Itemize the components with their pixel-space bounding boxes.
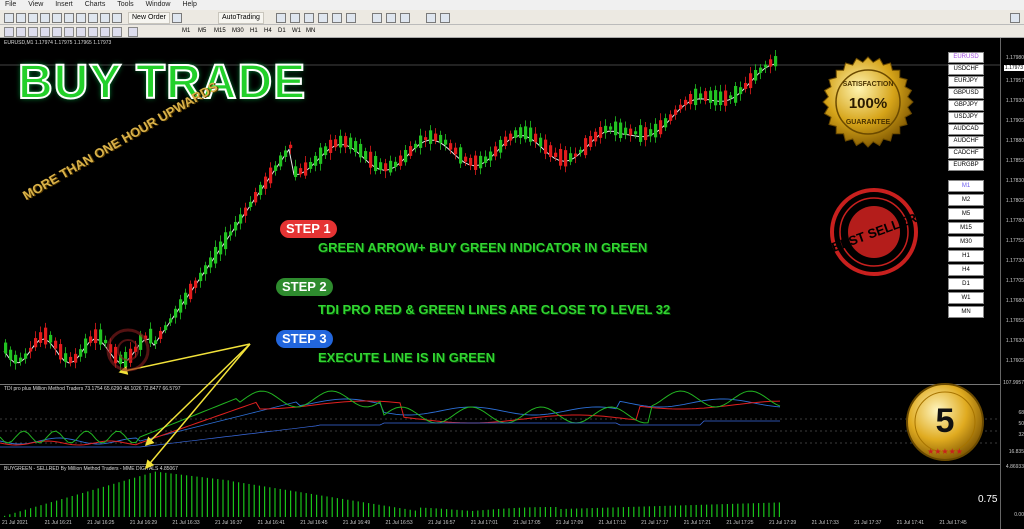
- price-scale[interactable]: 1.17980 1.17973 1.17957 1.17930 1.17905 …: [1000, 38, 1024, 529]
- tdi-level-label: 107.9957: [1003, 380, 1024, 386]
- price-label: 1.17705: [1005, 278, 1024, 284]
- price-label: 1.17880: [1005, 138, 1024, 144]
- current-price-label: 1.17973: [1003, 65, 1024, 71]
- price-label: 1.17780: [1005, 218, 1024, 224]
- price-label: 1.17680: [1005, 298, 1024, 304]
- tdi-level-label: 68: [1018, 410, 1024, 416]
- seal-bottom-text: GUARANTEE: [846, 119, 891, 126]
- price-label: 1.17980: [1005, 55, 1024, 61]
- tdi-level-label: 16.835: [1008, 449, 1024, 455]
- medal-stars-icon: ★★★★★: [927, 447, 963, 456]
- price-label: 1.17755: [1005, 238, 1024, 244]
- target-icon: [106, 328, 150, 372]
- seal-mid-text: 100%: [849, 95, 887, 112]
- price-label: 1.17605: [1005, 358, 1024, 364]
- price-label: 1.17805: [1005, 198, 1024, 204]
- price-label: 1.17730: [1005, 258, 1024, 264]
- satisfaction-seal-icon: SATISFACTION 100% GUARANTEE: [822, 56, 914, 148]
- buy-level-label: 4.86933: [1005, 464, 1024, 470]
- price-label: 1.17630: [1005, 338, 1024, 344]
- arrow-to-tdi: [144, 343, 251, 447]
- histogram-value: 0.75: [978, 494, 998, 505]
- medal-number: 5: [936, 402, 955, 440]
- price-label: 1.17830: [1005, 178, 1024, 184]
- price-label: 1.17855: [1005, 158, 1024, 164]
- seal-top-text: SATISFACTION: [843, 81, 894, 88]
- target-inner-icon: [117, 339, 139, 361]
- price-label: 1.17655: [1005, 318, 1024, 324]
- search-icon[interactable]: [1010, 13, 1020, 23]
- tdi-level-label: 50: [1018, 421, 1024, 427]
- five-star-medal-icon: 5 ★★★★★: [906, 383, 984, 461]
- price-label: 1.17905: [1005, 118, 1024, 124]
- buy-level-label: 0.00: [1014, 512, 1024, 518]
- price-label: 1.17930: [1005, 98, 1024, 104]
- price-label: 1.17957: [1005, 78, 1024, 84]
- best-seller-stamp-icon: BEST SELLER: [830, 188, 919, 276]
- tdi-level-label: 32: [1018, 432, 1024, 438]
